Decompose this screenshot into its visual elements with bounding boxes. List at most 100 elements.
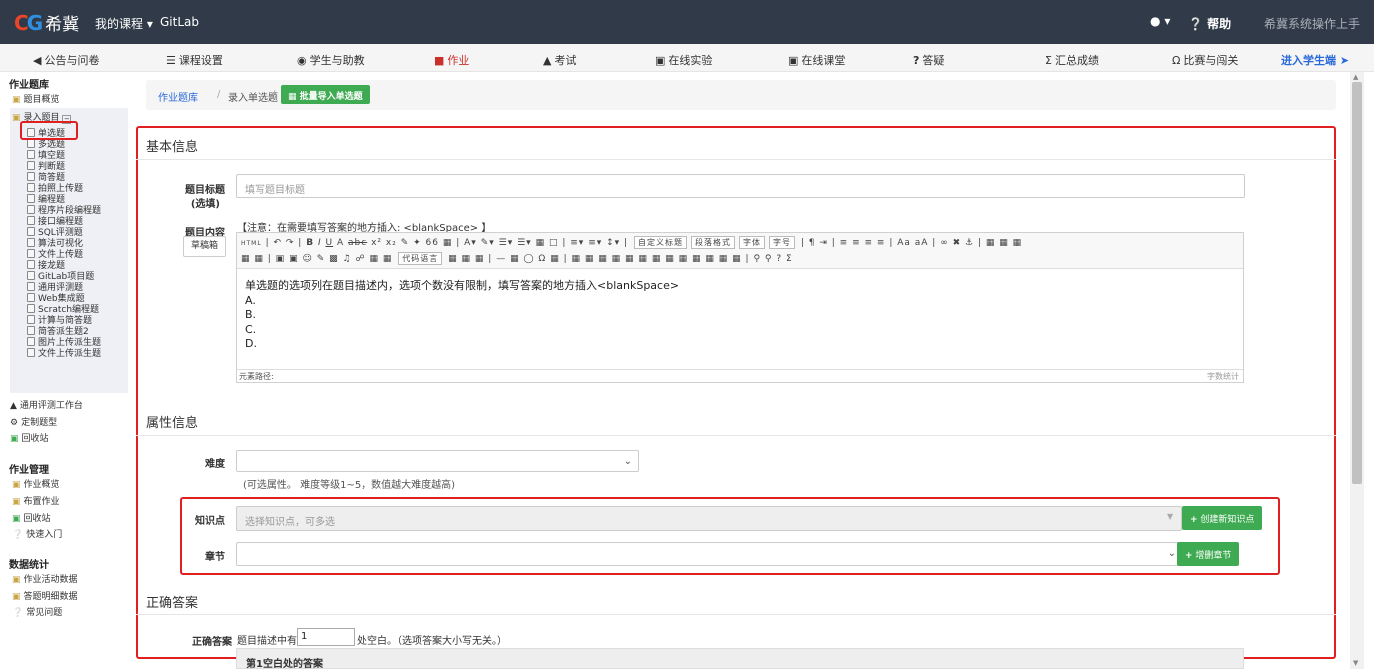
eraser-icon[interactable]: ✎ bbox=[401, 238, 410, 248]
help-link[interactable]: ❔ 帮助 bbox=[1188, 15, 1231, 32]
sidebar-item-hw-assign[interactable]: ▣ 布置作业 bbox=[12, 494, 60, 507]
to-lower-icon[interactable]: aA bbox=[915, 238, 929, 248]
nav-contest[interactable]: Ω 比赛与闯关 bbox=[1172, 52, 1238, 68]
row-spacing-top-icon[interactable]: ≡▾ bbox=[570, 238, 584, 248]
scroll-up-icon[interactable]: ▲ bbox=[1353, 73, 1358, 81]
code-icon[interactable]: ▦ bbox=[383, 254, 393, 264]
scrollbar-thumb[interactable] bbox=[1352, 82, 1362, 484]
image-block-icon[interactable]: ▦ bbox=[254, 254, 264, 264]
unordered-list-icon[interactable]: ☰▾ bbox=[517, 238, 532, 248]
date-icon[interactable]: ▦ bbox=[510, 254, 520, 264]
chapter-select[interactable]: ⌄ bbox=[236, 542, 1183, 566]
sidebar-item-hw-overview[interactable]: ▣ 作业概览 bbox=[12, 477, 60, 490]
help-icon[interactable]: ? bbox=[776, 254, 782, 264]
split-rows-icon[interactable]: ▦ bbox=[719, 254, 729, 264]
sidebar-type-item[interactable]: 文件上传派生题 bbox=[27, 346, 101, 359]
knowledge-select[interactable]: 选择知识点，可多选 bbox=[236, 506, 1182, 531]
align-left-icon[interactable]: ≡ bbox=[840, 238, 849, 248]
sigma-icon[interactable]: Σ bbox=[786, 254, 793, 264]
page-break-icon[interactable]: ▦ bbox=[448, 254, 458, 264]
insert-table-icon[interactable]: ▦ bbox=[571, 254, 581, 264]
attachment-icon[interactable]: ☍ bbox=[355, 254, 365, 264]
nav-course-settings[interactable]: ☰ 课程设置 bbox=[166, 52, 223, 68]
editor-content[interactable]: 单选题的选项列在题目描述内，选项个数没有限制，填写答案的地方插入<blankSp… bbox=[245, 279, 679, 352]
image-right-icon[interactable]: ▦ bbox=[1013, 238, 1023, 248]
merge-right-icon[interactable]: ▦ bbox=[679, 254, 689, 264]
special-chars-icon[interactable]: Ω bbox=[538, 254, 546, 264]
delete-row-icon[interactable]: ▦ bbox=[625, 254, 635, 264]
paste-icon[interactable]: ▦ bbox=[443, 238, 453, 248]
custom-heading-select[interactable]: 自定义标题 bbox=[633, 236, 687, 249]
user-menu[interactable]: ● ▾ bbox=[1150, 14, 1170, 28]
subscript-icon[interactable]: x₂ bbox=[386, 238, 397, 248]
my-course-menu[interactable]: 我的课程 ▾ bbox=[95, 15, 153, 32]
rich-text-editor[interactable]: HTML | ↶ ↷ | B I U A abc x² x₂ ✎ ✦ 66 ▦ … bbox=[236, 232, 1244, 383]
nav-online-lab[interactable]: ▣ 在线实验 bbox=[655, 52, 712, 68]
format-match-icon[interactable]: ✦ bbox=[413, 238, 422, 248]
font-color-icon[interactable]: A▾ bbox=[464, 238, 477, 248]
video-icon[interactable]: ▩ bbox=[329, 254, 339, 264]
scrawl-icon[interactable]: ✎ bbox=[317, 254, 326, 264]
sidebar-item-stat-activity[interactable]: ▣ 作业活动数据 bbox=[12, 572, 78, 585]
align-justify-icon[interactable]: ≡ bbox=[877, 238, 886, 248]
paragraph-select[interactable]: 段落格式 bbox=[690, 236, 735, 249]
gitlab-link[interactable]: GitLab bbox=[160, 15, 199, 29]
insert-row-icon[interactable]: ▦ bbox=[612, 254, 622, 264]
preview-icon[interactable]: ⚲ bbox=[753, 254, 761, 264]
sidebar-item-custom[interactable]: ⚙ 定制题型 bbox=[10, 415, 57, 428]
nav-homework[interactable]: ■ 作业 bbox=[434, 52, 469, 68]
nav-online-class[interactable]: ▣ 在线课堂 bbox=[788, 52, 845, 68]
nav-qa[interactable]: ? 答疑 bbox=[913, 52, 944, 68]
delete-col-icon[interactable]: ▦ bbox=[652, 254, 662, 264]
anchor-icon[interactable]: ⚓ bbox=[965, 238, 974, 248]
map-icon[interactable]: ▦ bbox=[369, 254, 379, 264]
highlight-color-icon[interactable]: ✎▾ bbox=[481, 238, 495, 248]
emotion-icon[interactable]: ☺ bbox=[302, 254, 312, 264]
multi-image-icon[interactable]: ▣ bbox=[289, 254, 299, 264]
image-center-icon[interactable]: ▦ bbox=[241, 254, 251, 264]
nav-students[interactable]: ◉ 学生与助教 bbox=[297, 52, 365, 68]
web-image-icon[interactable]: ▦ bbox=[550, 254, 560, 264]
align-center-icon[interactable]: ≡ bbox=[852, 238, 861, 248]
font-family-select[interactable]: 字体 bbox=[738, 236, 765, 249]
split-cols-icon[interactable]: ▦ bbox=[732, 254, 742, 264]
direction-icon[interactable]: ¶ bbox=[809, 238, 816, 248]
nav-exam[interactable]: ▲ 考试 bbox=[543, 52, 576, 68]
image-left-icon[interactable]: ▦ bbox=[999, 238, 1009, 248]
redo-icon[interactable]: ↷ bbox=[286, 238, 295, 248]
ordered-list-icon[interactable]: ☰▾ bbox=[499, 238, 514, 248]
nav-grades[interactable]: Σ 汇总成绩 bbox=[1045, 52, 1099, 68]
undo-icon[interactable]: ↶ bbox=[273, 238, 282, 248]
template-icon[interactable]: ▦ bbox=[462, 254, 472, 264]
time-icon[interactable]: ◯ bbox=[523, 254, 534, 264]
font-size-select[interactable]: 字号 bbox=[768, 236, 795, 249]
superscript-icon[interactable]: x² bbox=[371, 238, 382, 248]
split-cells-icon[interactable]: ▦ bbox=[705, 254, 715, 264]
strikethrough-icon[interactable]: abc bbox=[348, 238, 367, 248]
sidebar-item-recycle[interactable]: ▣ 回收站 bbox=[10, 431, 49, 444]
to-upper-icon[interactable]: Aa bbox=[897, 238, 911, 248]
align-right-icon[interactable]: ≡ bbox=[864, 238, 873, 248]
student-view-link[interactable]: 进入学生端 ➤ bbox=[1281, 52, 1349, 68]
indent-icon[interactable]: ⇥ bbox=[819, 238, 828, 248]
select-all-icon[interactable]: ▦ bbox=[536, 238, 546, 248]
bulk-import-button[interactable]: ▦ 批量导入单选题 bbox=[281, 85, 370, 104]
nav-notices[interactable]: ◀ 公告与问卷 bbox=[33, 52, 99, 68]
create-knowledge-button[interactable]: + 创建新知识点 bbox=[1182, 506, 1263, 530]
image-none-icon[interactable]: ▦ bbox=[986, 238, 996, 248]
title-input[interactable]: 填写题目标题 bbox=[236, 174, 1245, 198]
clear-doc-icon[interactable]: □ bbox=[549, 238, 559, 248]
insert-para-table-icon[interactable]: ▦ bbox=[598, 254, 608, 264]
underline-icon[interactable]: U bbox=[325, 238, 333, 248]
unlink-icon[interactable]: ✖ bbox=[953, 238, 962, 248]
merge-cells-icon[interactable]: ▦ bbox=[665, 254, 675, 264]
scroll-down-icon[interactable]: ▼ bbox=[1353, 659, 1358, 667]
manual-link[interactable]: 希冀系统操作上手 bbox=[1264, 15, 1360, 32]
difficulty-select[interactable]: ⌄ bbox=[236, 450, 639, 472]
delete-table-icon[interactable]: ▦ bbox=[585, 254, 595, 264]
draft-box-button[interactable]: 草稿箱 bbox=[183, 236, 226, 257]
toolbar-row-1[interactable]: HTML | ↶ ↷ | B I U A abc x² x₂ ✎ ✦ 66 ▦ … bbox=[241, 236, 1022, 249]
sidebar-item-stat-detail[interactable]: ▣ 答题明细数据 bbox=[12, 589, 78, 602]
sidebar-item-overview[interactable]: ▣ 题目概览 bbox=[12, 92, 60, 105]
line-height-icon[interactable]: ↕▾ bbox=[606, 238, 620, 248]
